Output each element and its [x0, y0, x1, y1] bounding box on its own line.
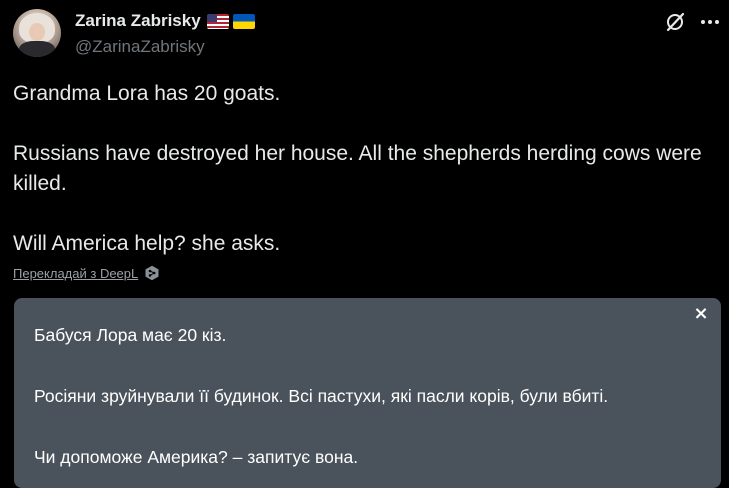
tweet-line: Will America help? she asks.: [13, 232, 281, 255]
author-display-name-row[interactable]: Zarina Zabrisky: [75, 11, 255, 31]
translation-line: Бабуся Лора має 20 кіз.: [34, 325, 227, 345]
avatar-face: [29, 23, 45, 41]
grok-icon[interactable]: [664, 11, 686, 33]
translation-panel: × Бабуся Лора має 20 кіз. Росіяни зруйну…: [14, 298, 721, 488]
tweet-line: Russians have destroyed her house. All t…: [13, 142, 702, 195]
translate-link[interactable]: Перекладай з DeepL: [13, 265, 160, 281]
avatar[interactable]: [13, 9, 61, 57]
translation-text: Бабуся Лора має 20 кіз. Росіяни зруйнува…: [34, 323, 694, 470]
us-flag-icon: [206, 13, 229, 29]
ukraine-flag-icon: [232, 13, 255, 29]
author-display-name[interactable]: Zarina Zabrisky: [75, 11, 201, 31]
translate-link-label[interactable]: Перекладай з DeepL: [13, 266, 138, 281]
tweet-line: Grandma Lora has 20 goats.: [13, 82, 281, 105]
avatar-shirt: [19, 41, 55, 57]
translation-line: Чи допоможе Америка? – запитує вона.: [34, 447, 359, 467]
close-translation-button[interactable]: ×: [693, 305, 709, 323]
author-handle[interactable]: @ZarinaZabrisky: [75, 37, 205, 57]
deepl-icon: [144, 265, 160, 281]
tweet-text: Grandma Lora has 20 goats. Russians have…: [13, 79, 713, 259]
more-icon[interactable]: [699, 11, 721, 33]
translation-line: Росіяни зруйнували її будинок. Всі пасту…: [34, 386, 609, 406]
